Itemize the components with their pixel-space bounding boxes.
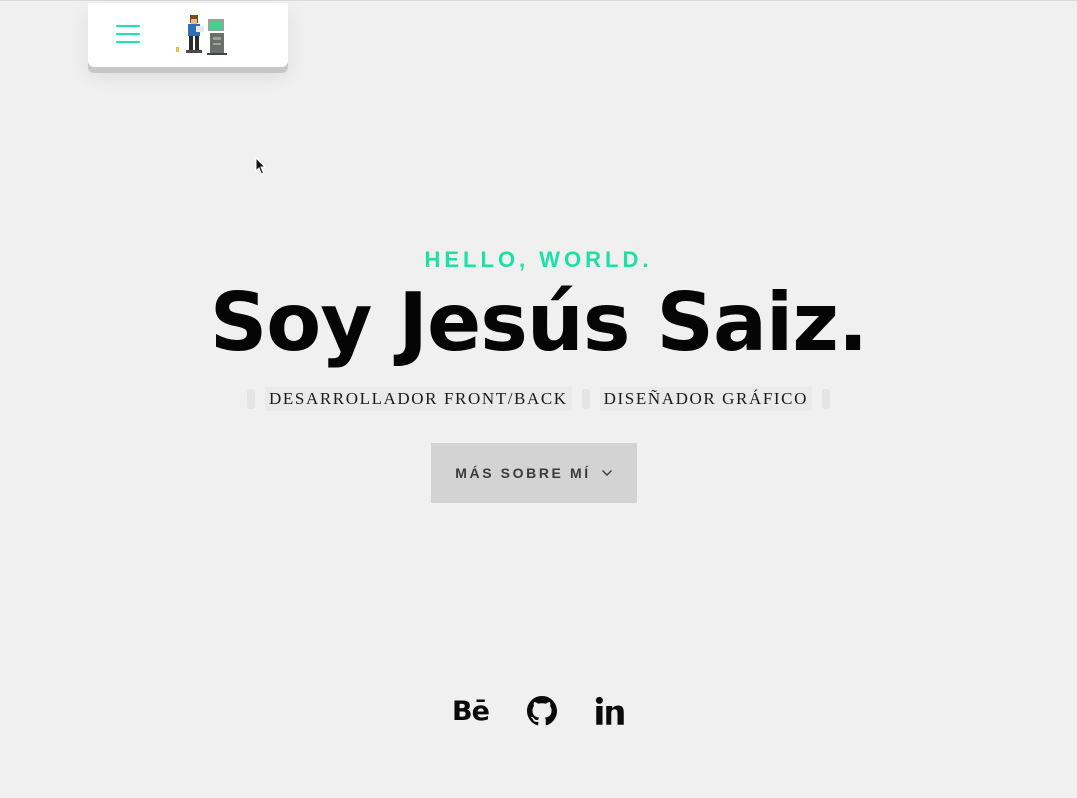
behance-label: Bē bbox=[452, 695, 490, 727]
cta-label: MÁS SOBRE MÍ bbox=[455, 465, 591, 481]
nav-card bbox=[88, 3, 288, 67]
typewriter-marker bbox=[581, 389, 590, 409]
linkedin-icon[interactable] bbox=[595, 694, 625, 728]
github-glyph bbox=[526, 696, 557, 726]
linkedin-glyph bbox=[595, 696, 624, 725]
pixel-developer-logo[interactable] bbox=[174, 13, 232, 57]
mouse-cursor-icon bbox=[255, 157, 267, 175]
role-developer: DESARROLLADOR FRONT/BACK bbox=[265, 387, 572, 411]
hero-title: Soy Jesús Saiz. bbox=[209, 276, 869, 369]
behance-icon[interactable]: Bē bbox=[452, 694, 490, 728]
social-links: Bē bbox=[0, 694, 1077, 728]
chevron-down-icon bbox=[601, 470, 612, 476]
role-designer: DISEÑADOR GRÁFICO bbox=[599, 387, 812, 411]
roles-line: DESARROLLADOR FRONT/BACK DISEÑADOR GRÁFI… bbox=[0, 387, 1077, 411]
hero-eyebrow: HELLO, WORLD. bbox=[424, 247, 653, 272]
github-icon[interactable] bbox=[526, 694, 557, 728]
page: HELLO, WORLD. Soy Jesús Saiz. DESARROLLA… bbox=[0, 0, 1077, 798]
hamburger-icon[interactable] bbox=[116, 25, 140, 45]
typewriter-marker bbox=[821, 389, 830, 409]
typewriter-marker bbox=[247, 389, 256, 409]
more-about-me-button[interactable]: MÁS SOBRE MÍ bbox=[431, 443, 637, 503]
